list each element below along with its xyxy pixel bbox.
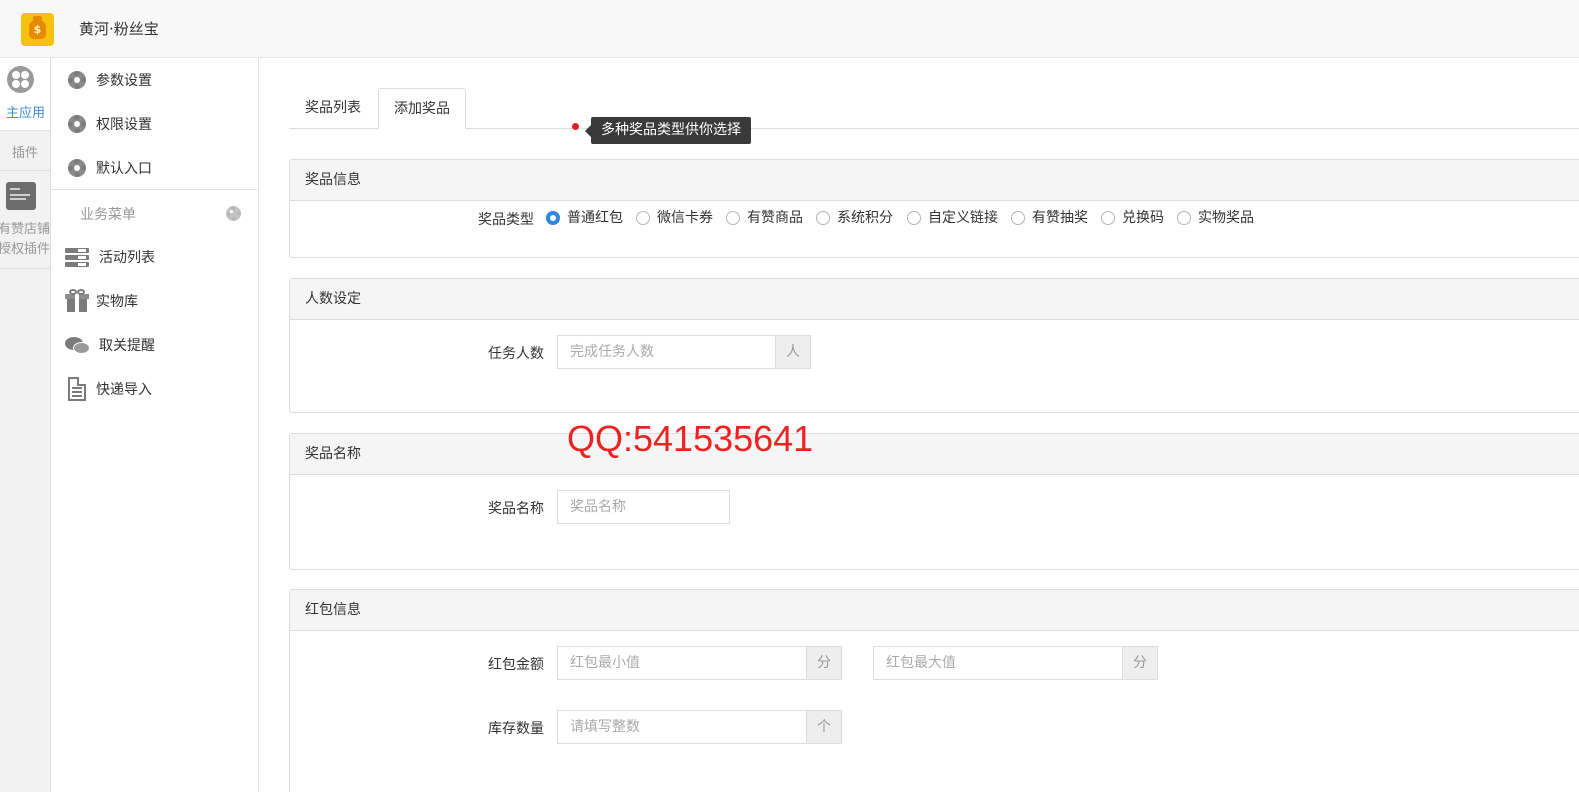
unit-addon: 分 [807,646,842,680]
gift-icon [65,289,89,313]
business-menu-title: 业务菜单 [80,207,136,223]
sidebar-item-label: 活动列表 [99,250,155,266]
plugin-thumbnail-icon[interactable] [6,182,36,210]
radio-label: 兑换码 [1122,210,1164,226]
chat-icon [65,333,90,357]
radio-label: 微信卡券 [657,210,713,226]
people-setting-panel: 人数设定 任务人数 人 [289,278,1579,413]
sidebar-item-label: 取关提醒 [99,338,155,354]
tab-bar: 奖品列表 添加奖品 [289,88,1579,130]
radio-label: 系统积分 [837,210,893,226]
sidebar: 参数设置 权限设置 默认入口 业务菜单 活动列表 实物库 取关提醒 快递导入 [51,58,259,792]
gear-icon[interactable] [226,206,241,221]
unit-addon: 个 [807,710,842,744]
radio-label: 有赞商品 [747,210,803,226]
app-switcher-strip: 主应用 插件 有赞店铺 授权插件 [0,58,51,792]
prize-type-label: 奖品类型 [478,212,534,228]
prize-name-input[interactable] [557,490,730,524]
prize-name-input-group [557,490,730,524]
radio-circle [546,211,560,225]
top-bar: $ 黄河·粉丝宝 [0,0,1579,58]
amount-min-input[interactable] [557,646,807,680]
sidebar-item-label: 权限设置 [96,117,152,133]
tab-add-prize[interactable]: 添加奖品 [378,88,466,130]
main-app-entry[interactable]: 主应用 [0,58,50,130]
plugins-label: 插件 [11,146,38,161]
unit-addon: 分 [1123,646,1158,680]
amount-min-input-group: 分 [557,646,842,680]
gear-icon [65,112,89,136]
sidebar-item-params[interactable]: 参数设置 [51,58,258,102]
radio-circle [726,211,740,225]
plugin-name[interactable]: 有赞店铺 授权插件 [0,220,50,260]
gear-icon [65,68,89,92]
stock-input[interactable] [557,710,807,744]
radio-label: 实物奖品 [1198,210,1254,226]
sidebar-item-goods-library[interactable]: 实物库 [51,279,258,323]
panel-title: 奖品信息 [290,160,1579,201]
task-count-input-group: 人 [557,335,811,369]
main-content: 奖品列表 添加奖品 多种奖品类型供你选择 奖品信息 奖品类型 普通红包 微信卡券… [259,58,1579,792]
radio-circle [1101,211,1115,225]
apps-grid-icon [7,66,34,93]
sidebar-item-permissions[interactable]: 权限设置 [51,102,258,146]
radio-circle [816,211,830,225]
app-title: 黄河·粉丝宝 [79,20,159,38]
tooltip-marker-dot [572,123,579,130]
prize-name-label: 奖品名称 [488,501,544,517]
document-icon [65,377,89,401]
main-app-label: 主应用 [5,106,45,121]
list-icon [65,245,89,269]
divider [0,170,50,171]
prize-info-panel: 奖品信息 奖品类型 普通红包 微信卡券 有赞商品 系统积分 自定义链接 有赞抽奖… [289,159,1579,258]
radio-circle [1011,211,1025,225]
radio-label: 自定义链接 [928,210,998,226]
divider [0,130,50,131]
sidebar-item-unfollow-reminder[interactable]: 取关提醒 [51,323,258,367]
radio-label: 普通红包 [567,210,623,226]
panel-title: 奖品名称 [290,434,1579,475]
radio-circle [636,211,650,225]
stock-input-group: 个 [557,710,842,744]
red-packet-panel: 红包信息 红包金额 分 分 库存数量 个 [289,589,1579,792]
money-bag-icon[interactable]: $ [21,13,54,46]
radio-label: 有赞抽奖 [1032,210,1088,226]
sidebar-item-default-entry[interactable]: 默认入口 [51,146,258,190]
tab-prize-list[interactable]: 奖品列表 [289,88,377,129]
radio-circle [907,211,921,225]
gear-icon [65,156,89,180]
amount-max-input-group: 分 [873,646,1158,680]
amount-max-input[interactable] [873,646,1123,680]
panel-title: 红包信息 [290,590,1579,631]
prize-name-panel: 奖品名称 奖品名称 [289,433,1579,570]
tooltip: 多种奖品类型供你选择 [585,117,751,144]
amount-label: 红包金额 [488,657,544,673]
sidebar-item-label: 默认入口 [96,161,152,177]
unit-addon: 人 [776,335,811,369]
radio-circle [1177,211,1191,225]
sidebar-item-label: 参数设置 [96,73,152,89]
panel-title: 人数设定 [290,279,1579,320]
task-count-input[interactable] [557,335,776,369]
divider [0,268,50,269]
divider [51,189,258,190]
sidebar-item-label: 实物库 [96,294,138,310]
task-count-label: 任务人数 [488,346,544,362]
stock-label: 库存数量 [488,721,544,737]
sidebar-item-activity-list[interactable]: 活动列表 [51,235,258,279]
sidebar-item-label: 快递导入 [96,382,152,398]
sidebar-item-express-import[interactable]: 快递导入 [51,367,258,411]
watermark-text: QQ:541535641 [567,418,814,459]
